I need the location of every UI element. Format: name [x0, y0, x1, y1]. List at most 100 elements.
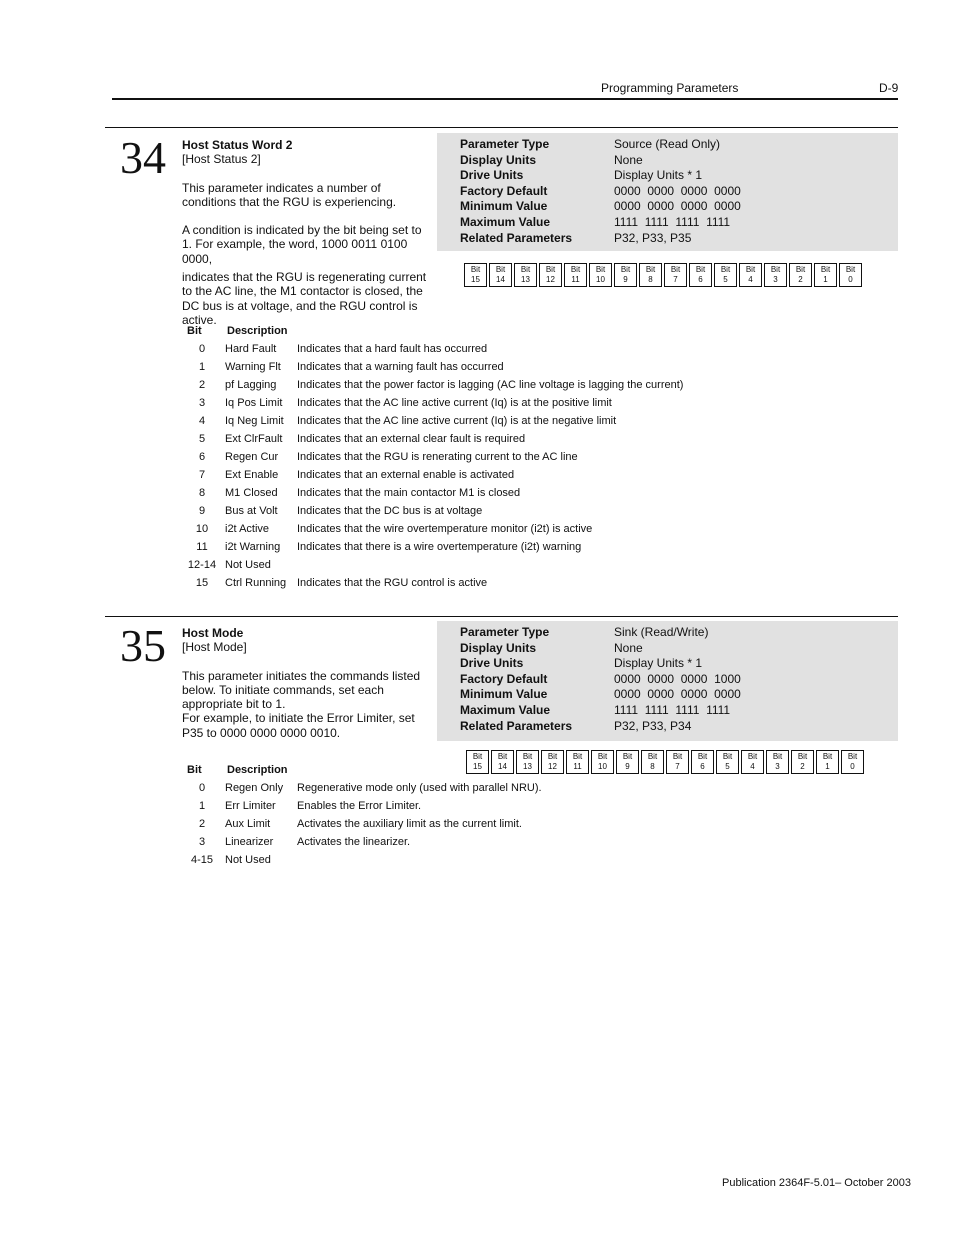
- bit-number: 7: [198, 469, 206, 481]
- bit-box-label: Bit: [620, 265, 631, 274]
- table-row: 4-15 Not Used: [185, 851, 542, 869]
- bit-box: Bit 7: [664, 263, 687, 287]
- info-label: Parameter Type: [460, 625, 550, 639]
- bit-box: Bit 8: [639, 263, 662, 287]
- bit-description: Indicates that there is a wire overtempe…: [297, 541, 582, 553]
- bit-box: Bit 0: [839, 263, 862, 287]
- bit-box: Bit 4: [739, 263, 762, 287]
- bit-box-label: Bit: [595, 265, 606, 274]
- section-title: Programming Parameters: [601, 81, 739, 95]
- bit-name: Iq Pos Limit: [225, 397, 283, 409]
- bit-description: Regenerative mode only (used with parall…: [297, 782, 542, 794]
- table-row: 2 pf Lagging Indicates that the power fact…: [185, 376, 684, 394]
- bit-box-number: 3: [773, 275, 778, 284]
- info-value: 1111 1111 1111 1111: [614, 214, 731, 229]
- bit-box: Bit 10: [589, 263, 612, 287]
- bit-box-number: 10: [596, 275, 605, 284]
- bit-description: Indicates that the DC bus is at voltage: [297, 505, 483, 517]
- bit-box: Bit 12: [539, 263, 562, 287]
- bit-name: Warning Flt: [225, 361, 281, 373]
- bit-box: Bit 3: [766, 750, 789, 774]
- bit-box-number: 14: [496, 275, 505, 284]
- info-value: 0000 0000 0000 0000: [614, 199, 741, 214]
- bit-box: Bit 6: [689, 263, 712, 287]
- info-label: Minimum Value: [460, 687, 548, 702]
- description-paragraph: This parameter initiates the commands li…: [182, 668, 421, 712]
- description-paragraph: This parameter indicates a number of con…: [182, 180, 397, 209]
- info-row: Minimum Value 0000 0000 0000 0000: [437, 199, 898, 215]
- section-divider: [105, 127, 898, 128]
- bit-description: Indicates that the main contactor M1 is …: [297, 487, 521, 499]
- bit-box-label: Bit: [820, 265, 831, 274]
- bit-box-label: Bit: [695, 265, 706, 274]
- parameter-short-name: [Host Mode]: [182, 640, 247, 655]
- bit-box-label: Bit: [797, 752, 808, 761]
- table-row: 7 Ext Enable Indicates that an external en…: [185, 466, 683, 484]
- info-label: Maximum Value: [460, 214, 551, 229]
- table-header: Bit Description: [185, 761, 542, 779]
- bit-description: Indicates that a hard fault has occurred: [297, 343, 488, 355]
- bit-name: Aux Limit: [225, 818, 271, 830]
- bit-box-number: 12: [546, 275, 555, 284]
- bit-box: Bit 9: [616, 750, 639, 774]
- bit-box-label: Bit: [745, 265, 756, 274]
- bit-name: M1 Closed: [225, 487, 278, 499]
- bit-description-table: Bit Description 0 Hard Fault Indicates tha…: [185, 322, 683, 592]
- bit-box-number: 11: [573, 762, 582, 771]
- parameter-name: Host Mode: [182, 626, 244, 640]
- table-row: 9 Bus at Volt Indicates that the DC bus is…: [185, 502, 683, 520]
- bit-number: 0: [198, 782, 206, 794]
- bit-box-label: Bit: [772, 752, 783, 761]
- bit-description: Enables the Error Limiter.: [297, 800, 422, 812]
- info-value: P32, P33, P35: [614, 230, 692, 245]
- bit-number: 15: [195, 577, 209, 589]
- info-label: Parameter Type: [460, 137, 550, 151]
- bit-box-number: 1: [823, 275, 828, 284]
- bit-name: pf Lagging: [225, 379, 277, 391]
- info-value: Display Units * 1: [614, 168, 703, 183]
- bit-box: Bit 11: [566, 750, 589, 774]
- info-row: Related Parameters P32, P33, P35: [437, 231, 898, 247]
- bit-box: Bit 11: [564, 263, 587, 287]
- table-row: 2 Aux Limit Activates the auxiliary limit …: [185, 815, 542, 833]
- bit-number: 2: [198, 379, 206, 391]
- bit-name: Not Used: [225, 854, 271, 866]
- info-label: Factory Default: [460, 671, 548, 686]
- info-row: Factory Default 0000 0000 0000 1000: [437, 672, 898, 688]
- bit-box-number: 5: [723, 275, 728, 284]
- bit-name: Ext Enable: [225, 469, 279, 481]
- table-row: 8 M1 Closed Indicates that the main contac…: [185, 484, 683, 502]
- header-rule: [112, 98, 898, 100]
- parameter-description: Host Status Word 2 [Host Status 2] This …: [182, 138, 434, 327]
- bit-box: Bit 1: [816, 750, 839, 774]
- column-header-description: Description: [227, 325, 288, 337]
- bit-description: Indicates that the RGU is renerating cur…: [297, 451, 578, 463]
- info-row: Parameter Type Sink (Read/Write): [437, 625, 898, 641]
- table-row: 5 Ext ClrFault Indicates that an external …: [185, 430, 683, 448]
- table-row: 1 Err Limiter Enables the Error Limiter.: [185, 797, 542, 815]
- table-row: 3 Iq Pos Limit Indicates that the AC line …: [185, 394, 683, 412]
- table-row: 0 Regen Only Regenerative mode only (used …: [185, 779, 542, 797]
- bit-box-label: Bit: [622, 752, 633, 761]
- parameter-name: Host Status Word 2: [182, 138, 293, 152]
- bit-name: Ext ClrFault: [225, 433, 283, 445]
- bit-description: Indicates that an external clear fault i…: [297, 433, 526, 445]
- bit-box-number: 7: [673, 275, 678, 284]
- info-row: Drive Units Display Units * 1: [437, 168, 898, 184]
- bit-description: Indicates that the RGU control is active: [297, 577, 488, 589]
- bit-box-label: Bit: [597, 752, 608, 761]
- info-row: Display Units None: [437, 153, 898, 169]
- info-value: P32, P33, P34: [614, 718, 692, 733]
- bit-box-label: Bit: [845, 265, 856, 274]
- description-paragraph: indicates that the RGU is regenerating c…: [182, 270, 427, 327]
- bit-number: 3: [198, 836, 206, 848]
- bit-box-number: 10: [598, 762, 607, 771]
- bit-number: 3: [198, 397, 206, 409]
- parameter-info-box: Parameter Type Source (Read Only) Display…: [437, 133, 898, 251]
- bit-box-label: Bit: [520, 265, 531, 274]
- bit-box-label: Bit: [495, 265, 506, 274]
- bit-box-number: 11: [571, 275, 580, 284]
- bit-number: 4-15: [190, 854, 214, 866]
- table-row: 3 Linearizer Activates the linearizer.: [185, 833, 542, 851]
- bit-description: Indicates that a warning fault has occur…: [297, 361, 504, 373]
